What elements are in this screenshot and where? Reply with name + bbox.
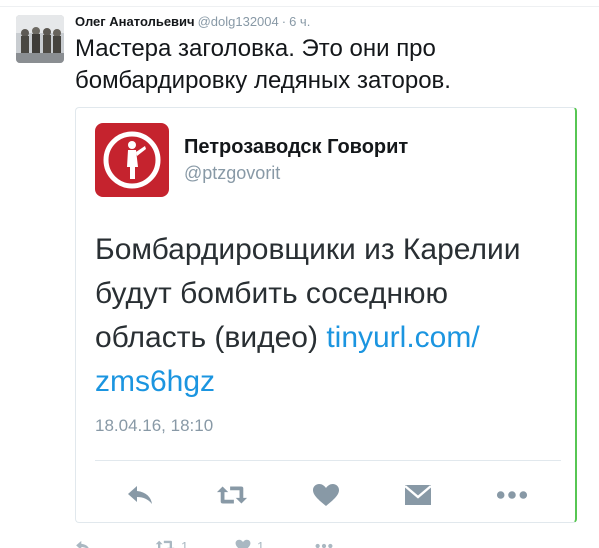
more-button[interactable] — [496, 480, 528, 510]
like-button[interactable]: 1 — [235, 536, 264, 548]
account-logo — [95, 123, 169, 197]
direct-message-button[interactable] — [402, 480, 434, 510]
logo-emblem-icon — [103, 131, 161, 189]
tweet-text: Мастера заголовка. Это они про бомбардир… — [75, 35, 451, 94]
heart-icon — [313, 484, 339, 506]
reply-icon — [76, 540, 89, 548]
retweet-icon — [216, 486, 248, 504]
quoted-account-name[interactable]: Петрозаводск Говорит — [184, 136, 408, 159]
divider — [95, 460, 561, 461]
retweet-icon — [155, 540, 175, 548]
quoted-tweet-card[interactable]: Петрозаводск Говорит @ptzgovorit Бомбард… — [75, 107, 577, 523]
reply-icon — [128, 486, 152, 504]
tweet-action-bar: 1 1 — [75, 536, 475, 548]
like-count: 1 — [257, 538, 265, 548]
retweet-button[interactable] — [216, 480, 248, 510]
tweet-timestamp[interactable]: 6 ч. — [289, 14, 310, 29]
quoted-tweet-text: Бомбардировщики из Карелии будут бомбить… — [95, 228, 565, 404]
retweet-button[interactable]: 1 — [155, 536, 188, 548]
more-dots-icon — [496, 491, 528, 499]
author-name[interactable]: Олег Анатольевич — [75, 14, 195, 29]
quoted-account-handle[interactable]: @ptzgovorit — [184, 163, 280, 184]
more-button[interactable] — [315, 536, 333, 548]
reply-button[interactable] — [75, 536, 91, 548]
divider — [0, 6, 599, 7]
avatar[interactable] — [16, 15, 64, 63]
author-handle[interactable]: @dolg132004 — [198, 14, 279, 29]
more-dots-icon — [315, 543, 333, 548]
envelope-icon — [404, 485, 432, 505]
like-button[interactable] — [310, 480, 342, 510]
reply-button[interactable] — [124, 480, 156, 510]
tweet-header: Олег Анатольевич @dolg132004 · 6 ч. — [75, 13, 310, 31]
quoted-action-bar — [76, 480, 576, 510]
tweet-page: Олег Анатольевич @dolg132004 · 6 ч. Мастера… — [0, 0, 599, 548]
avatar-photo — [16, 15, 64, 63]
retweet-count: 1 — [181, 538, 189, 548]
quoted-date: 18.04.16, 18:10 — [95, 416, 214, 435]
heart-icon — [235, 539, 251, 548]
header-separator: · — [281, 14, 287, 29]
